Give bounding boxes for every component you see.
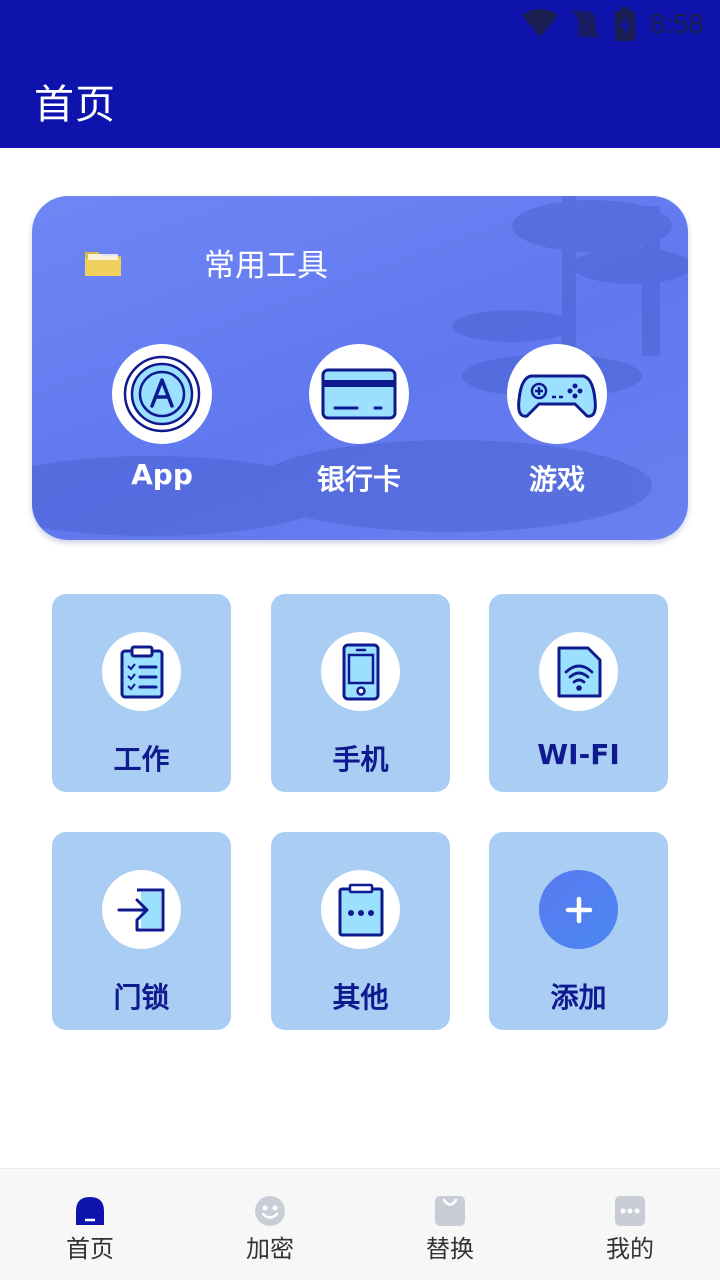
no-sim-icon: [572, 9, 599, 39]
tile-add[interactable]: 添加: [489, 832, 668, 1030]
bank-card-icon: [321, 368, 397, 420]
tool-app-label: App: [131, 458, 193, 491]
nav-item-replace[interactable]: 替换: [360, 1195, 540, 1264]
clipboard-icon: [120, 645, 163, 698]
tile-other-circle: [321, 870, 400, 949]
chat-dots-icon: [615, 1196, 645, 1226]
tools-title: 常用工具: [204, 248, 328, 284]
nav-item-home[interactable]: 首页: [0, 1195, 180, 1264]
tile-add-label: 添加: [550, 981, 607, 1014]
add-button[interactable]: [539, 870, 618, 949]
nav-item-encrypt[interactable]: 加密: [180, 1195, 360, 1264]
home-icon: [76, 1197, 104, 1225]
bag-icon: [435, 1196, 465, 1226]
bottom-nav: 首页 加密 替换 我的: [0, 1168, 720, 1280]
status-icons: 8:58: [521, 6, 705, 42]
wifi-card-icon: [557, 646, 601, 697]
more-clipboard-icon: [338, 883, 383, 936]
tile-door-lock[interactable]: 门锁: [52, 832, 231, 1030]
tool-app-circle: [112, 344, 212, 444]
common-tools-card: 常用工具 App 银行卡 游戏: [32, 196, 688, 540]
status-time: 8:58: [649, 8, 705, 39]
nav-item-mine[interactable]: 我的: [540, 1195, 720, 1264]
tools-header: 常用工具: [82, 240, 328, 285]
battery-charging-icon: [614, 7, 635, 41]
tile-wifi[interactable]: WI-FI: [489, 594, 668, 792]
tile-work-label: 工作: [113, 743, 170, 776]
app-bar: 首页: [0, 48, 720, 148]
tile-door-lock-label: 门锁: [113, 981, 170, 1014]
plus-icon: [565, 896, 592, 923]
nav-label-home: 首页: [66, 1235, 114, 1263]
tile-wifi-label: WI-FI: [537, 738, 620, 771]
tool-app[interactable]: App: [92, 344, 232, 491]
tile-phone-circle: [321, 632, 400, 711]
tile-phone-label: 手机: [332, 743, 389, 776]
tool-bank-card[interactable]: 银行卡: [289, 344, 429, 498]
smile-icon: [255, 1196, 285, 1226]
tile-work[interactable]: 工作: [52, 594, 231, 792]
tool-game-label: 游戏: [528, 463, 585, 496]
app-store-icon: [123, 355, 201, 433]
tool-bank-card-label: 银行卡: [316, 463, 401, 496]
nav-label-mine: 我的: [606, 1235, 654, 1263]
tool-game[interactable]: 游戏: [487, 344, 627, 498]
gamepad-icon: [517, 374, 597, 418]
nav-label-replace: 替换: [426, 1235, 474, 1263]
tile-wifi-circle: [539, 632, 618, 711]
nav-label-encrypt: 加密: [246, 1235, 294, 1263]
folder-icon: [85, 251, 121, 276]
tile-door-lock-circle: [102, 870, 181, 949]
tile-other[interactable]: 其他: [271, 832, 450, 1030]
tile-other-label: 其他: [332, 981, 389, 1014]
page-title: 首页: [34, 82, 116, 128]
phone-icon: [342, 643, 379, 700]
status-bar: 8:58: [0, 0, 720, 48]
tool-bank-card-circle: [309, 344, 409, 444]
tile-work-circle: [102, 632, 181, 711]
tool-game-circle: [507, 344, 607, 444]
wifi-signal-icon: [521, 9, 558, 37]
tile-phone[interactable]: 手机: [271, 594, 450, 792]
door-login-icon: [117, 888, 164, 931]
